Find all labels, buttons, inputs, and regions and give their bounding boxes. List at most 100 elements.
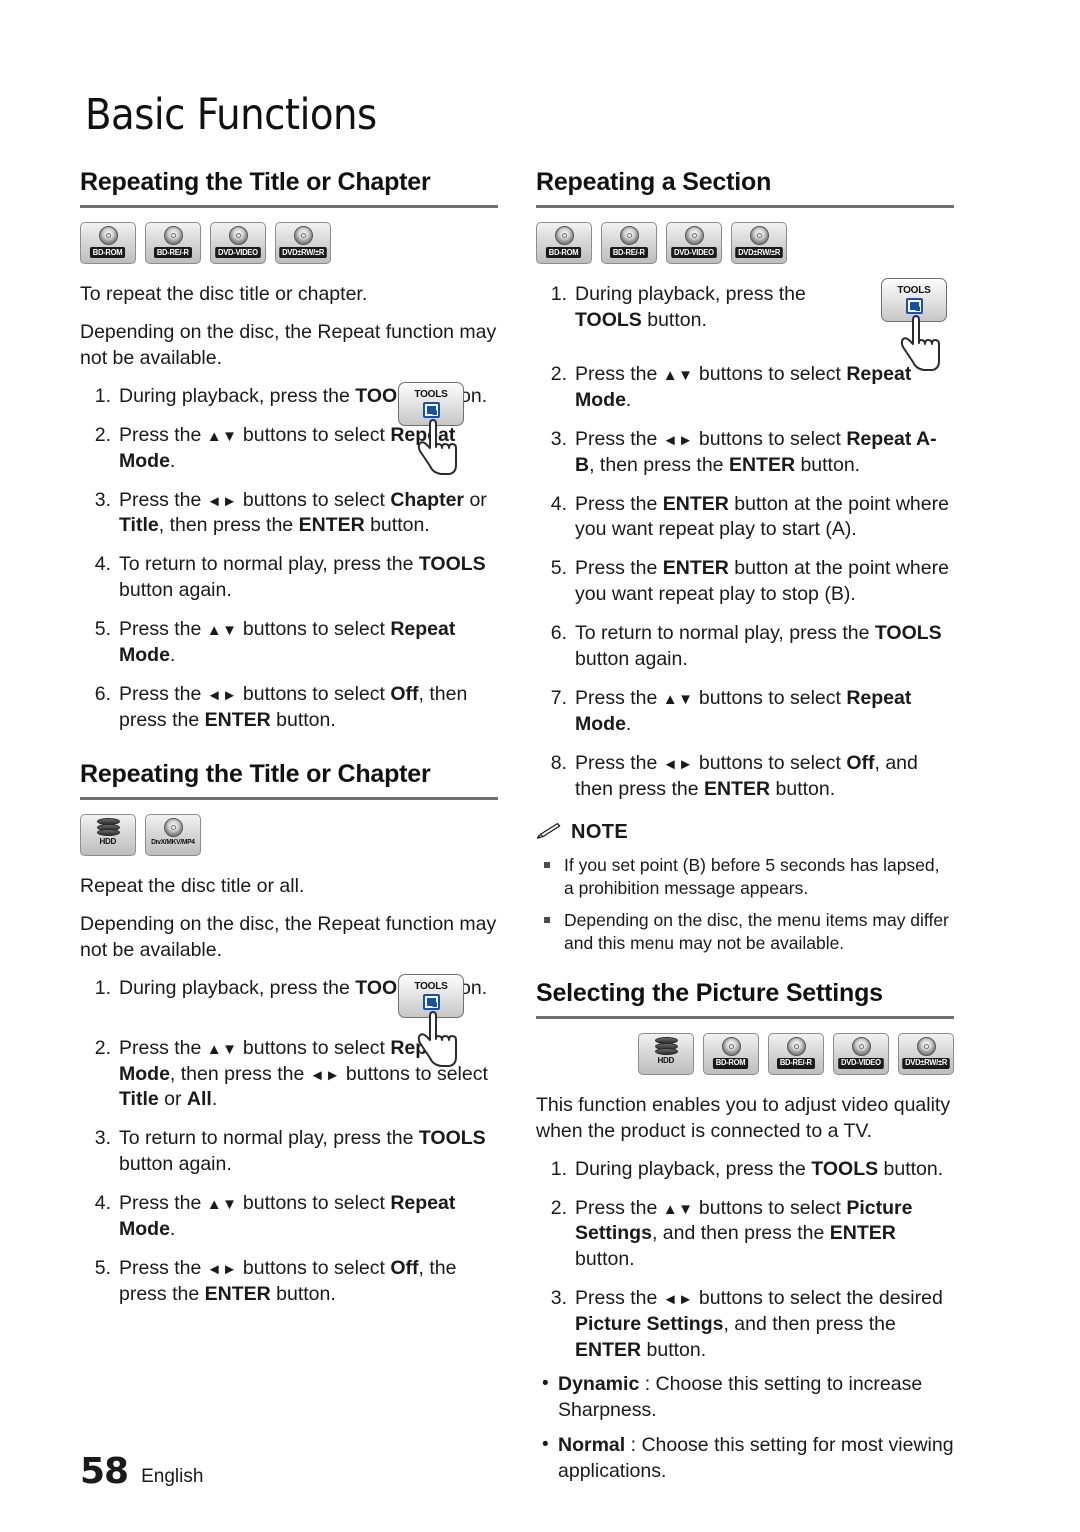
disc-badge-label: BD-RE/-R: [610, 247, 648, 258]
list-item: 4. Press the ▲▼ buttons to select Repeat …: [80, 1191, 498, 1243]
step-text: Press the ENTER button at the point wher…: [575, 492, 949, 541]
step-text: During playback, press the TOOLS button.: [575, 283, 806, 331]
step-number: 6.: [94, 683, 111, 706]
disc-icon: [749, 226, 769, 245]
tools-glyph-icon: [422, 401, 440, 418]
disc-badge-label: DVD±RW/±R: [279, 247, 327, 258]
disc-badge-dvd-video: DVD-VIDEO: [666, 222, 722, 264]
step-text: To return to normal play, press the TOOL…: [119, 1127, 486, 1176]
disc-badge-label: BD-RE/-R: [777, 1057, 815, 1069]
option-term: Dynamic: [558, 1373, 640, 1396]
disc-badge-label: DVD-VIDEO: [671, 247, 717, 258]
disc-badge-bd-re-r: BD-RE/-R: [601, 222, 657, 264]
section-repeating-title-chapter-2: Repeating the Title or Chapter HDD DivX/…: [80, 760, 498, 1308]
disc-badge-label: DivX/MKV/MP4: [151, 838, 195, 846]
list-item: 5. Press the ▲▼ buttons to select Repeat …: [80, 617, 498, 669]
tools-key-label: TOOLS: [897, 285, 931, 296]
step-number: 1.: [94, 384, 111, 407]
step-text: Press the ◄► buttons to select Repeat A-…: [575, 427, 937, 476]
disc-icon: [554, 226, 574, 245]
right-column: Repeating a Section BD-ROM BD-RE/-R DVD-…: [536, 168, 954, 1494]
disc-icon: [721, 1036, 741, 1056]
step-number: 1.: [550, 283, 567, 305]
intro-paragraph: To repeat the disc title or chapter.: [80, 283, 368, 305]
left-column: Repeating the Title or Chapter BD-ROM BD…: [80, 168, 498, 1494]
step-text: Press the ▲▼ buttons to select Repeat Mo…: [575, 362, 912, 411]
disc-badge-label: DVD-VIDEO: [215, 247, 261, 258]
pencil-icon: [536, 823, 561, 839]
section-heading: Repeating the Title or Chapter: [80, 168, 431, 196]
step-number: 5.: [94, 618, 111, 641]
step-text: To return to normal play, press the TOOL…: [575, 622, 942, 671]
disc-badge-bd-re-r: BD-RE/-R: [145, 222, 201, 264]
section-heading: Selecting the Picture Settings: [536, 978, 883, 1007]
step-text: Press the ◄► buttons to select Off, the …: [119, 1257, 457, 1305]
disc-badge-dvd-rw-r: DVD±RW/±R: [731, 222, 787, 264]
pointing-hand-icon: [417, 1010, 457, 1067]
disc-icon: [684, 226, 704, 245]
step-number: 5.: [94, 1257, 111, 1280]
step-text: Press the ENTER button at the point wher…: [575, 557, 949, 606]
disc-icon: [786, 1036, 806, 1056]
option-term: Normal: [558, 1433, 626, 1456]
section-selecting-picture-settings: Selecting the Picture Settings HDD BD-RO…: [536, 979, 954, 1485]
disc-icon: [619, 226, 639, 245]
list-item: 1. During playback, press the TOOLS butto…: [536, 1157, 954, 1183]
tools-button-illustration: TOOLS: [881, 278, 953, 383]
list-item: 4. To return to normal play, press the TO…: [80, 552, 498, 604]
page-language: English: [141, 1466, 204, 1487]
step-number: 4.: [550, 492, 567, 515]
disc-icon: [228, 226, 248, 245]
disc-badge-hdd: HDD: [638, 1032, 694, 1075]
step-number: 3.: [550, 427, 567, 450]
disc-badge-bd-re-r: BD-RE/-R: [768, 1032, 824, 1075]
list-item: 6. To return to normal play, press the TO…: [536, 621, 954, 673]
tools-key-label: TOOLS: [414, 980, 448, 992]
step-number: 2.: [94, 1036, 111, 1059]
pointing-hand-icon: [417, 418, 457, 475]
disc-badge-dvd-video: DVD-VIDEO: [210, 222, 266, 264]
step-number: 3.: [94, 488, 111, 511]
list-item: 8. Press the ◄► buttons to select Off, an…: [536, 751, 954, 803]
intro-paragraph: This function enables you to adjust vide…: [536, 1093, 951, 1142]
step-text: Press the ▲▼ buttons to select Picture S…: [575, 1196, 913, 1271]
disc-badge-dvd-rw-r: DVD±RW/±R: [898, 1032, 954, 1075]
section-heading: Repeating a Section: [536, 168, 772, 196]
step-number: 5.: [550, 557, 567, 580]
disc-badge-label: HDD: [657, 1054, 675, 1065]
pointing-hand-icon: [900, 315, 940, 371]
disc-icon: [851, 1036, 871, 1056]
disc-type-row: BD-ROM BD-RE/-R DVD-VIDEO DVD±RW/±R: [536, 222, 954, 264]
disc-badge-label: DVD±RW/±R: [735, 247, 783, 258]
step-list: 1. During playback, press the TOOLS butto…: [536, 1157, 954, 1364]
list-item: Depending on the disc, the menu items ma…: [536, 909, 954, 955]
step-text: Press the ◄► buttons to select Off, and …: [575, 751, 918, 800]
step-text: To return to normal play, press the TOOL…: [119, 553, 486, 602]
heading-rule: [80, 796, 498, 800]
list-item: 5. Press the ◄► buttons to select Off, th…: [80, 1256, 498, 1308]
note-header: NOTE: [536, 821, 954, 844]
list-item: Dynamic : Choose this setting to increas…: [536, 1371, 954, 1424]
intro-paragraph: Depending on the disc, the Repeat functi…: [80, 320, 497, 369]
disc-badge-label: BD-ROM: [546, 247, 582, 258]
disc-badge-label: BD-RE/-R: [154, 247, 192, 258]
step-number: 1.: [550, 1157, 567, 1180]
disc-badge-label: DVD-VIDEO: [838, 1057, 884, 1069]
note-label: NOTE: [571, 820, 629, 843]
tools-key-label: TOOLS: [414, 388, 448, 400]
list-item: If you set point (B) before 5 seconds ha…: [536, 854, 954, 900]
page-footer: 58 English: [80, 1454, 203, 1490]
disc-badge-bd-rom: BD-ROM: [536, 222, 592, 264]
section-repeating-a-section: Repeating a Section BD-ROM BD-RE/-R DVD-…: [536, 168, 954, 955]
disc-type-row: HDD BD-ROM BD-RE/-R DVD-VIDEO DVD±RW/±R: [536, 1032, 954, 1075]
step-text: Press the ◄► buttons to select the desir…: [575, 1287, 943, 1362]
tools-button-illustration: TOOLS: [398, 381, 470, 487]
step-number: 1.: [94, 976, 111, 999]
step-number: 4.: [94, 1192, 111, 1215]
disc-badge-label: BD-ROM: [713, 1057, 749, 1069]
disc-type-row: BD-ROM BD-RE/-R DVD-VIDEO DVD±RW/±R: [80, 222, 498, 264]
section-repeating-title-chapter-1: Repeating the Title or Chapter BD-ROM BD…: [80, 168, 498, 734]
list-item: 3. Press the ◄► buttons to select Chapter…: [80, 488, 498, 540]
list-item: 7. Press the ▲▼ buttons to select Repeat …: [536, 686, 954, 738]
step-text: Press the ◄► buttons to select Off, then…: [119, 683, 468, 731]
